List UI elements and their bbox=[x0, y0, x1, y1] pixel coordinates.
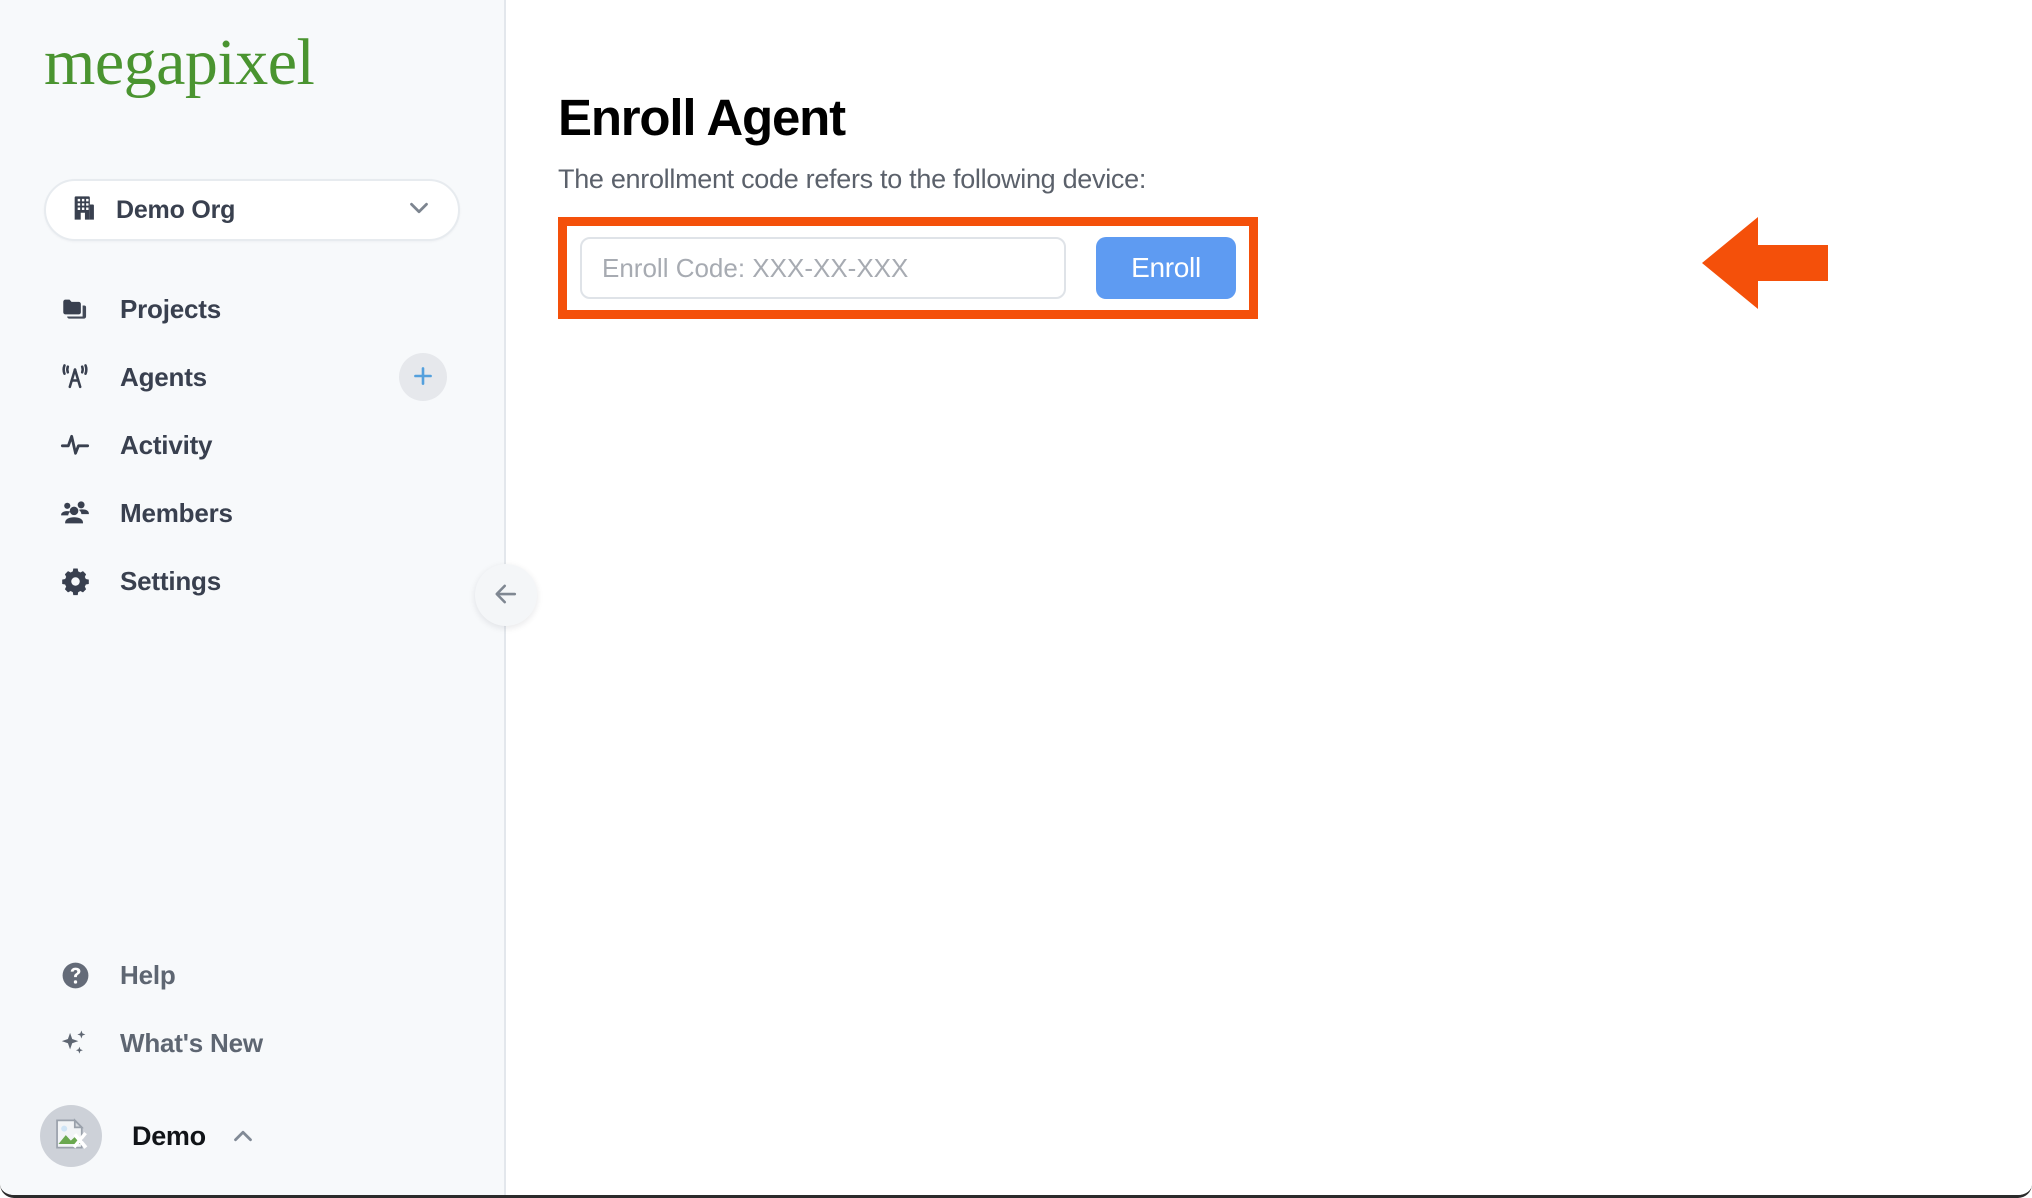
sidebar-item-agents[interactable]: Agents bbox=[0, 343, 504, 411]
sidebar: megapixel Demo Org Projects Agents Activ… bbox=[0, 0, 537, 1195]
arrow-left-callout-icon bbox=[1702, 215, 1828, 311]
people-icon bbox=[58, 497, 92, 529]
sidebar-item-label: Agents bbox=[120, 361, 207, 392]
sparkles-icon bbox=[58, 1027, 92, 1059]
primary-navigation: Projects Agents Activity Members Setting… bbox=[0, 275, 504, 615]
main-content: Enroll Agent The enrollment code refers … bbox=[506, 0, 2032, 1195]
sidebar-item-members[interactable]: Members bbox=[0, 479, 504, 547]
arrow-left-icon bbox=[491, 579, 521, 612]
page-title: Enroll Agent bbox=[558, 89, 846, 146]
org-switcher[interactable]: Demo Org bbox=[44, 179, 460, 241]
sidebar-item-label: Projects bbox=[120, 293, 222, 324]
gear-icon bbox=[58, 566, 92, 597]
add-agent-button[interactable] bbox=[399, 353, 447, 401]
user-name: Demo bbox=[132, 1120, 206, 1151]
app-window: megapixel Demo Org Projects Agents Activ… bbox=[0, 0, 2032, 1198]
enroll-form-highlight: Enroll bbox=[558, 217, 1258, 320]
org-name: Demo Org bbox=[116, 195, 236, 224]
sidebar-item-settings[interactable]: Settings bbox=[0, 547, 504, 615]
enroll-code-input[interactable] bbox=[580, 237, 1066, 300]
sidebar-item-label: Members bbox=[120, 497, 233, 528]
sidebar-item-help[interactable]: Help bbox=[0, 941, 504, 1009]
collapse-sidebar-button[interactable] bbox=[475, 564, 537, 626]
sidebar-item-label: What's New bbox=[120, 1027, 263, 1058]
enroll-button[interactable]: Enroll bbox=[1096, 237, 1236, 300]
chevron-down-icon[interactable] bbox=[404, 193, 434, 228]
broadcast-tower-icon bbox=[58, 361, 92, 393]
sidebar-item-whats-new[interactable]: What's New bbox=[0, 1009, 504, 1077]
folders-icon bbox=[58, 293, 92, 325]
user-menu[interactable]: Demo bbox=[0, 1077, 504, 1195]
page-subtitle: The enrollment code refers to the follow… bbox=[558, 164, 1147, 195]
secondary-navigation: Help What's New Demo bbox=[0, 941, 504, 1195]
sidebar-item-label: Help bbox=[120, 959, 176, 990]
sidebar-item-label: Settings bbox=[120, 565, 221, 596]
chevron-up-icon[interactable] bbox=[228, 1121, 258, 1151]
avatar bbox=[40, 1105, 102, 1167]
building-icon bbox=[70, 194, 98, 227]
sidebar-item-activity[interactable]: Activity bbox=[0, 411, 504, 479]
sidebar-item-label: Activity bbox=[120, 429, 213, 460]
broken-image-icon bbox=[52, 1115, 90, 1158]
app-logo: megapixel bbox=[44, 26, 315, 99]
help-circle-icon bbox=[58, 960, 92, 991]
sidebar-item-projects[interactable]: Projects bbox=[0, 275, 504, 343]
activity-pulse-icon bbox=[58, 429, 92, 461]
plus-icon bbox=[410, 363, 436, 392]
